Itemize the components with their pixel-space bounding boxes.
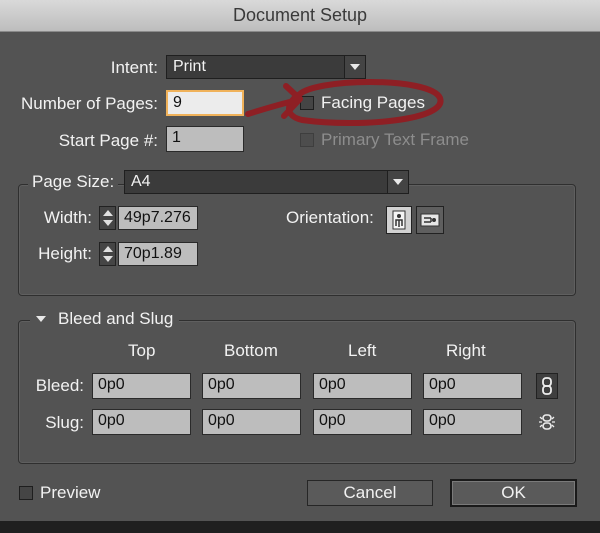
cancel-button[interactable]: Cancel: [307, 480, 433, 506]
bleed-left-input[interactable]: 0p0: [313, 373, 412, 399]
slug-label: Slug:: [45, 413, 84, 432]
slug-top-input[interactable]: 0p0: [92, 409, 191, 435]
orientation-label: Orientation:: [286, 208, 374, 227]
height-label: Height:: [38, 244, 92, 263]
start-page-label: Start Page #:: [58, 131, 158, 150]
slug-left-input[interactable]: 0p0: [313, 409, 412, 435]
window-title: Document Setup: [232, 5, 368, 25]
bleed-slug-title: Bleed and Slug: [58, 309, 174, 328]
start-page-input[interactable]: 1: [166, 126, 244, 152]
slug-bottom-input[interactable]: 0p0: [202, 409, 301, 435]
column-right: Right: [446, 341, 486, 360]
height-input[interactable]: 70p1.89: [118, 242, 198, 266]
number-of-pages-input[interactable]: 9: [166, 90, 244, 116]
page-size-select[interactable]: A4: [124, 170, 409, 194]
page-size-value: A4: [131, 173, 151, 190]
landscape-icon: [420, 213, 440, 227]
column-bottom: Bottom: [224, 341, 278, 360]
ok-button[interactable]: OK: [450, 479, 577, 507]
page-size-label: Page Size:: [28, 172, 119, 192]
arrow-up-icon[interactable]: [103, 246, 113, 252]
title-bar: Document Setup: [0, 0, 600, 32]
preview-checkbox[interactable]: [19, 486, 33, 500]
portrait-icon: [392, 210, 406, 230]
background-strip: [0, 521, 600, 533]
width-label: Width:: [43, 208, 92, 227]
height-stepper[interactable]: [99, 242, 116, 266]
column-left: Left: [348, 341, 377, 360]
arrow-up-icon[interactable]: [103, 210, 113, 216]
number-of-pages-label: Number of Pages:: [20, 94, 158, 113]
page-size-group: [18, 184, 576, 296]
width-input[interactable]: 49p7.276: [118, 206, 198, 230]
bleed-top-input[interactable]: 0p0: [92, 373, 191, 399]
column-top: Top: [128, 341, 156, 360]
intent-dropdown-arrow[interactable]: [344, 56, 365, 78]
chain-link-icon: [542, 377, 552, 395]
intent-label: Intent:: [110, 58, 158, 77]
preview-label: Preview: [40, 483, 101, 502]
portrait-orientation-button[interactable]: [386, 206, 412, 234]
bleed-link-button[interactable]: [536, 373, 558, 399]
slug-link-button[interactable]: [536, 411, 558, 433]
page-size-dropdown-arrow[interactable]: [387, 171, 408, 193]
bleed-bottom-input[interactable]: 0p0: [202, 373, 301, 399]
broken-chain-icon: [539, 414, 555, 430]
disclosure-triangle-icon[interactable]: [36, 316, 46, 322]
primary-text-frame-checkbox: [300, 133, 314, 147]
chevron-down-icon: [393, 179, 403, 185]
bleed-right-input[interactable]: 0p0: [423, 373, 522, 399]
width-stepper[interactable]: [99, 206, 116, 230]
slug-right-input[interactable]: 0p0: [423, 409, 522, 435]
arrow-down-icon[interactable]: [103, 256, 113, 262]
landscape-orientation-button[interactable]: [416, 206, 444, 234]
bleed-slug-header[interactable]: Bleed and Slug: [30, 309, 180, 329]
document-setup-dialog: Intent: Print Number of Pages: 9 Facing …: [0, 32, 600, 533]
chevron-down-icon: [350, 64, 360, 70]
arrow-down-icon[interactable]: [103, 220, 113, 226]
intent-value: Print: [173, 58, 206, 75]
bleed-label: Bleed:: [35, 376, 84, 395]
red-annotation-circle-arrow: [245, 79, 444, 126]
